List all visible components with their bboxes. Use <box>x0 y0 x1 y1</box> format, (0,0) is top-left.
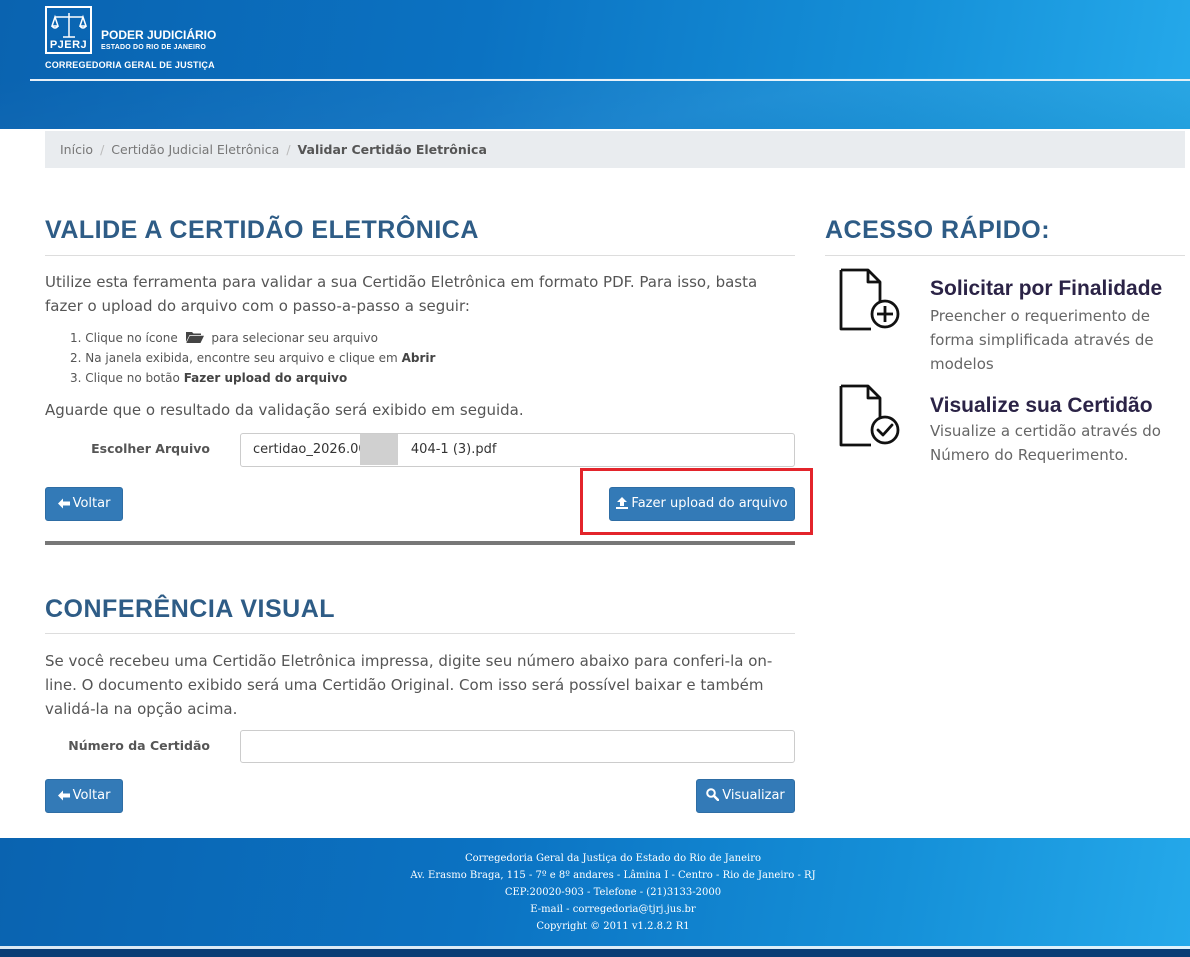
footer-email: E-mail - corregedoria@tjrj.jus.br <box>530 904 696 915</box>
breadcrumb-home[interactable]: Início <box>60 142 93 157</box>
visual-title: CONFERÊNCIA VISUAL <box>45 595 336 623</box>
certificate-number-label: Número da Certidão <box>68 738 210 753</box>
arrow-left-icon <box>57 790 70 801</box>
site-footer: Corregedoria Geral da Justiça do Estado … <box>0 838 1190 957</box>
search-icon <box>706 788 720 802</box>
footer-copyright: Copyright © 2011 v1.2.8.2 R1 <box>536 921 690 932</box>
file-label: Escolher Arquivo <box>91 441 210 456</box>
view-button[interactable]: Visualizar <box>696 779 795 813</box>
quick-access-solicitar-title[interactable]: Solicitar por Finalidade <box>930 277 1162 301</box>
site-header: PJERJ PODER JUDICIÁRIO ESTADO DO RIO DE … <box>0 0 1190 129</box>
org-state: ESTADO DO RIO DE JANEIRO <box>101 44 207 51</box>
breadcrumb-certidao[interactable]: Certidão Judicial Eletrônica <box>111 142 279 157</box>
visual-intro: Se você recebeu uma Certidão Eletrônica … <box>45 652 773 718</box>
section-separator <box>45 541 795 545</box>
document-check-icon[interactable] <box>838 384 902 448</box>
breadcrumb-separator: / <box>286 142 291 157</box>
instruction-step-2: 2. Na janela exibida, encontre seu arqui… <box>70 351 436 365</box>
quick-access-divider <box>825 255 1185 256</box>
footer-org: Corregedoria Geral da Justiça do Estado … <box>464 853 762 864</box>
pjerj-logo[interactable]: PJERJ <box>45 6 92 54</box>
validate-title: VALIDE A CERTIDÃO ELETRÔNICA <box>45 216 479 244</box>
certificate-number-input[interactable] <box>240 730 795 763</box>
quick-access-title: ACESSO RÁPIDO: <box>825 216 1051 244</box>
breadcrumb: Início / Certidão Judicial Eletrônica / Vali… <box>45 131 1185 168</box>
instruction-step-1: 1. Clique no ícone para selecionar seu a… <box>70 331 378 345</box>
arrow-left-icon <box>57 498 70 509</box>
back-button[interactable]: Voltar <box>45 487 123 521</box>
footer-text: Corregedoria Geral da Justiça do Estado … <box>0 850 1190 935</box>
org-department: CORREGEDORIA GERAL DE JUSTIÇA <box>45 60 215 70</box>
footer-phone: CEP:20020-903 - Telefone - (21)3133-2000 <box>504 887 722 898</box>
footer-address: Av. Erasmo Braga, 115 - 7º e 8º andares … <box>410 870 816 881</box>
footer-bottom-bar <box>0 949 1190 957</box>
folder-open-icon <box>185 332 204 343</box>
scales-of-justice-icon <box>51 13 87 38</box>
file-name-end: 404-1 (3).pdf <box>410 442 497 457</box>
quick-access-visualize-title[interactable]: Visualize sua Certidão <box>930 394 1153 418</box>
instruction-step-3: 3. Clique no botão Fazer upload do arqui… <box>70 371 348 385</box>
logo-text: PJERJ <box>47 39 90 51</box>
breadcrumb-separator: / <box>100 142 105 157</box>
instructions-list: 1. Clique no ícone para selecionar seu a… <box>70 328 435 388</box>
quick-access-solicitar-desc: Preencher o requerimento de forma simpli… <box>930 307 1154 373</box>
document-plus-icon[interactable] <box>838 268 902 332</box>
breadcrumb-current: Validar Certidão Eletrônica <box>297 142 487 157</box>
highlight-box <box>580 468 813 535</box>
quick-access-visualize-desc: Visualize a certidão através do Número d… <box>930 422 1161 464</box>
validate-intro: Utilize esta ferramenta para validar a s… <box>45 273 758 315</box>
org-name: PODER JUDICIÁRIO <box>101 28 217 42</box>
file-input[interactable]: certidao_2026.006 404-1 (3).pdf <box>240 433 795 467</box>
file-name-start: certidao_2026.006 <box>253 442 375 457</box>
section-divider <box>45 255 795 256</box>
redacted-block <box>360 434 398 465</box>
wait-text: Aguarde que o resultado da validação ser… <box>45 401 524 419</box>
header-divider <box>30 79 1190 81</box>
section-divider <box>45 633 795 634</box>
back-button-visual[interactable]: Voltar <box>45 779 123 813</box>
